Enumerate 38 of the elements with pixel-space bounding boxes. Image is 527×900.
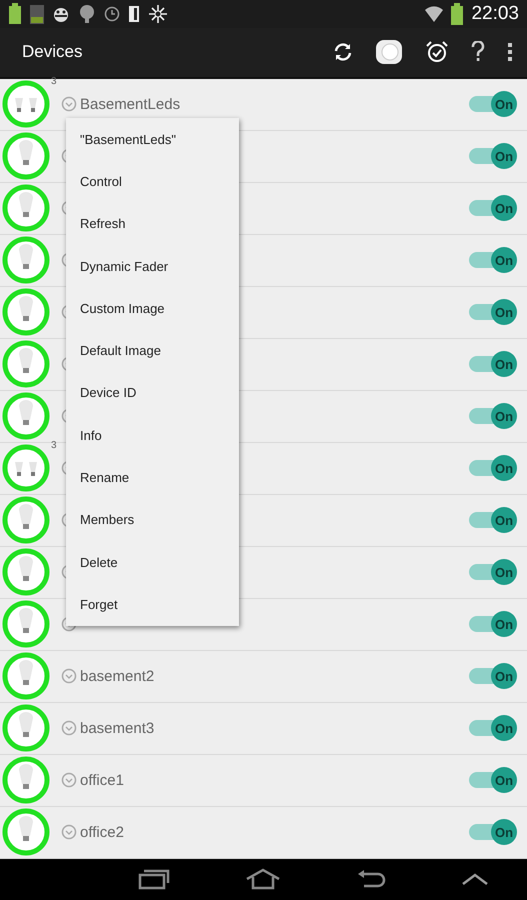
device-name: BasementLeds <box>80 96 180 113</box>
door-icon <box>128 4 140 23</box>
device-row[interactable]: office2 On <box>0 806 527 859</box>
device-name: basement3 <box>80 720 154 737</box>
chevron-up-icon[interactable] <box>461 872 490 886</box>
home-icon[interactable] <box>244 868 281 890</box>
member-count: 3 <box>51 76 57 88</box>
lamp-icon <box>61 96 77 112</box>
clock-icon <box>104 6 120 22</box>
tree-icon <box>78 4 96 24</box>
device-row[interactable]: office1 On <box>0 754 527 807</box>
menu-item[interactable]: Custom Image <box>66 287 239 330</box>
signal-bars-icon <box>30 2 44 25</box>
device-row[interactable]: basement2 On <box>0 650 527 703</box>
lamp-icon <box>61 668 77 684</box>
device-row[interactable]: basement3 On <box>0 702 527 755</box>
help-icon[interactable] <box>471 41 485 64</box>
screen-title: Devices <box>22 42 82 62</box>
lamp-icon <box>61 720 77 736</box>
lamp-icon <box>61 824 77 840</box>
menu-item[interactable]: Dynamic Fader <box>66 244 239 288</box>
member-count: 3 <box>51 440 57 452</box>
battery-icon <box>8 2 22 25</box>
recent-apps-icon[interactable] <box>138 868 170 890</box>
alarm-clock-icon[interactable] <box>425 40 449 64</box>
light-switch-icon[interactable] <box>375 39 403 66</box>
lamp-icon <box>61 772 77 788</box>
overflow-menu-icon[interactable] <box>507 41 513 64</box>
menu-item[interactable]: Members <box>66 498 239 541</box>
device-name: office1 <box>80 772 124 789</box>
device-name: office2 <box>80 824 124 841</box>
device-name: basement2 <box>80 668 154 685</box>
refresh-icon[interactable] <box>333 42 353 62</box>
back-icon[interactable] <box>356 868 386 890</box>
clock-time: 22:03 <box>471 2 519 25</box>
sparkle-icon <box>148 4 168 24</box>
battery-icon <box>451 2 464 25</box>
wifi-icon <box>425 4 444 23</box>
